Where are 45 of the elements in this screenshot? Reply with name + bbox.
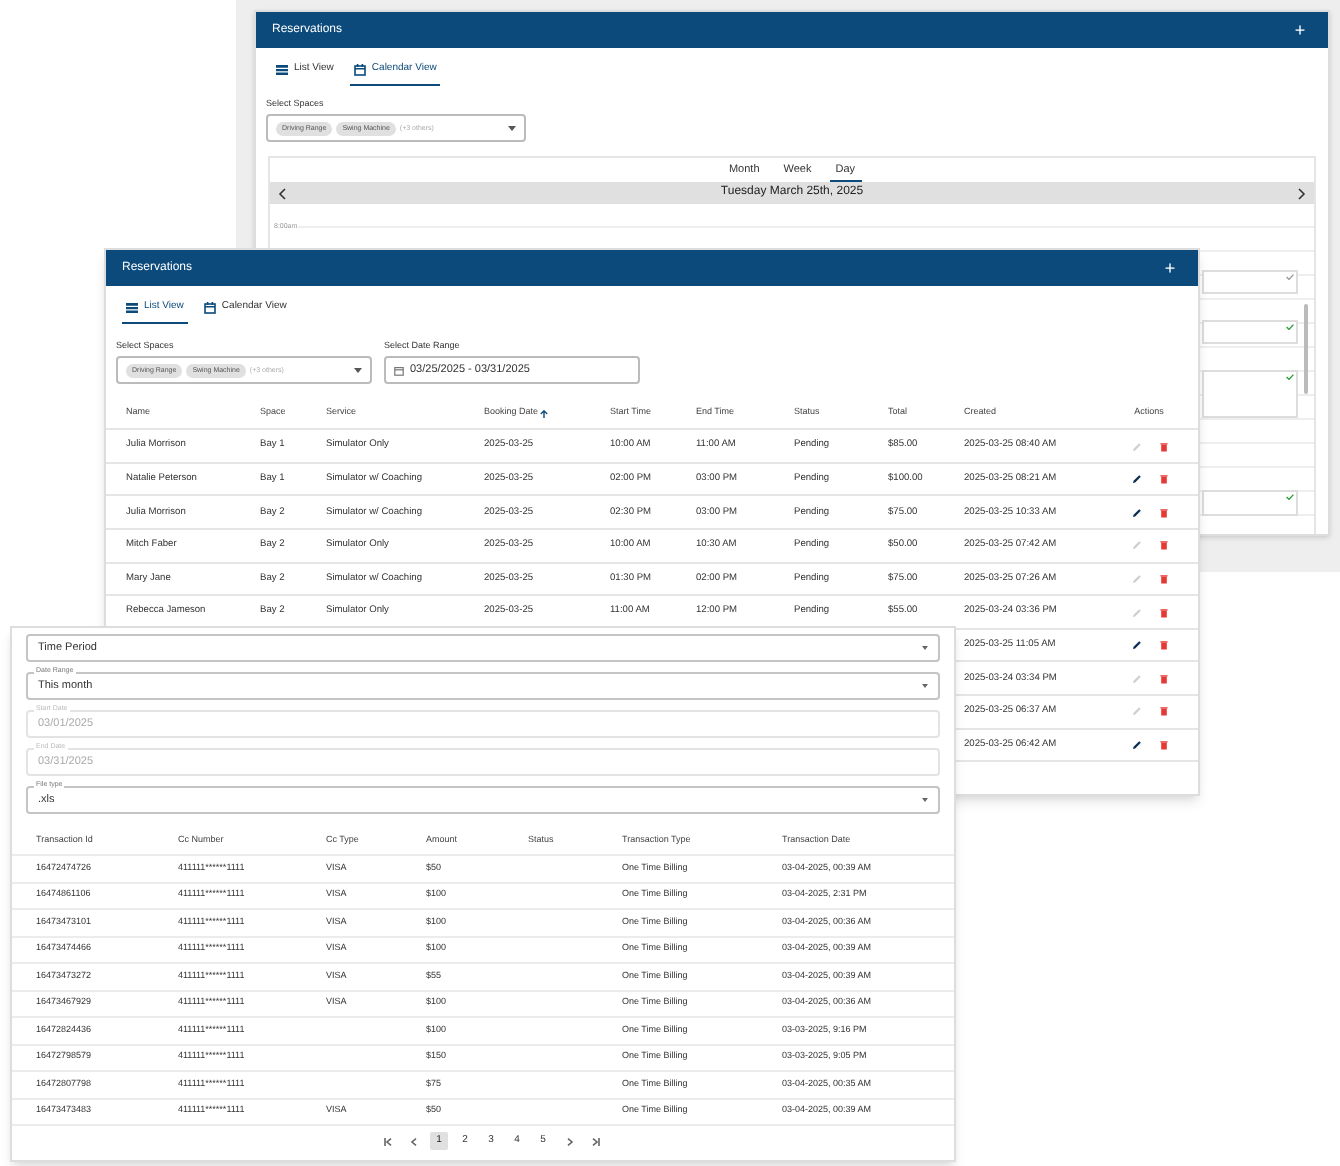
delete-button[interactable] (1159, 640, 1167, 651)
chevron-right-icon[interactable] (565, 1137, 573, 1145)
trash-icon (1159, 474, 1167, 485)
delete-button[interactable] (1159, 607, 1167, 618)
chevron-right-icon (1298, 187, 1306, 200)
list-icon (126, 301, 138, 314)
chevron-left-icon (278, 187, 286, 200)
delete-button[interactable] (1159, 507, 1167, 518)
edit-button[interactable] (1131, 640, 1141, 651)
delete-button[interactable] (1159, 673, 1167, 684)
trash-icon (1159, 706, 1167, 717)
edit-button[interactable] (1131, 474, 1141, 485)
delete-button[interactable] (1159, 706, 1167, 717)
caret-icon (354, 367, 362, 374)
edit-button[interactable] (1131, 507, 1141, 518)
last-page-icon[interactable] (591, 1137, 599, 1145)
trash-icon (1159, 573, 1167, 584)
trash-icon (1159, 607, 1167, 618)
caret-icon (508, 125, 516, 132)
delete-button[interactable] (1159, 441, 1167, 452)
scrollbar-thumb[interactable] (1304, 304, 1308, 395)
delete-button[interactable] (1159, 540, 1167, 551)
trash-icon (1159, 673, 1167, 684)
edit-button[interactable] (1131, 739, 1141, 750)
delete-button[interactable] (1159, 739, 1167, 750)
trash-icon (1159, 441, 1167, 452)
add-button[interactable]: + (1158, 256, 1182, 280)
chevron-left-icon[interactable] (409, 1137, 417, 1145)
sort-arrow-icon (540, 409, 549, 418)
trash-icon (1159, 540, 1167, 551)
caret-icon (922, 646, 928, 650)
add-button[interactable]: + (1288, 18, 1312, 42)
trash-icon (1159, 640, 1167, 651)
first-page-icon[interactable] (383, 1137, 391, 1145)
trash-icon (1159, 739, 1167, 750)
calendar-icon (203, 301, 216, 314)
trash-icon (1159, 507, 1167, 518)
delete-button[interactable] (1159, 573, 1167, 584)
next-button[interactable] (1298, 187, 1306, 200)
caret-icon (922, 684, 928, 688)
calendar-icon (353, 63, 366, 76)
delete-button[interactable] (1159, 474, 1167, 485)
list-icon (276, 63, 288, 76)
calendar-icon (394, 365, 404, 376)
previous-button[interactable] (278, 187, 286, 200)
